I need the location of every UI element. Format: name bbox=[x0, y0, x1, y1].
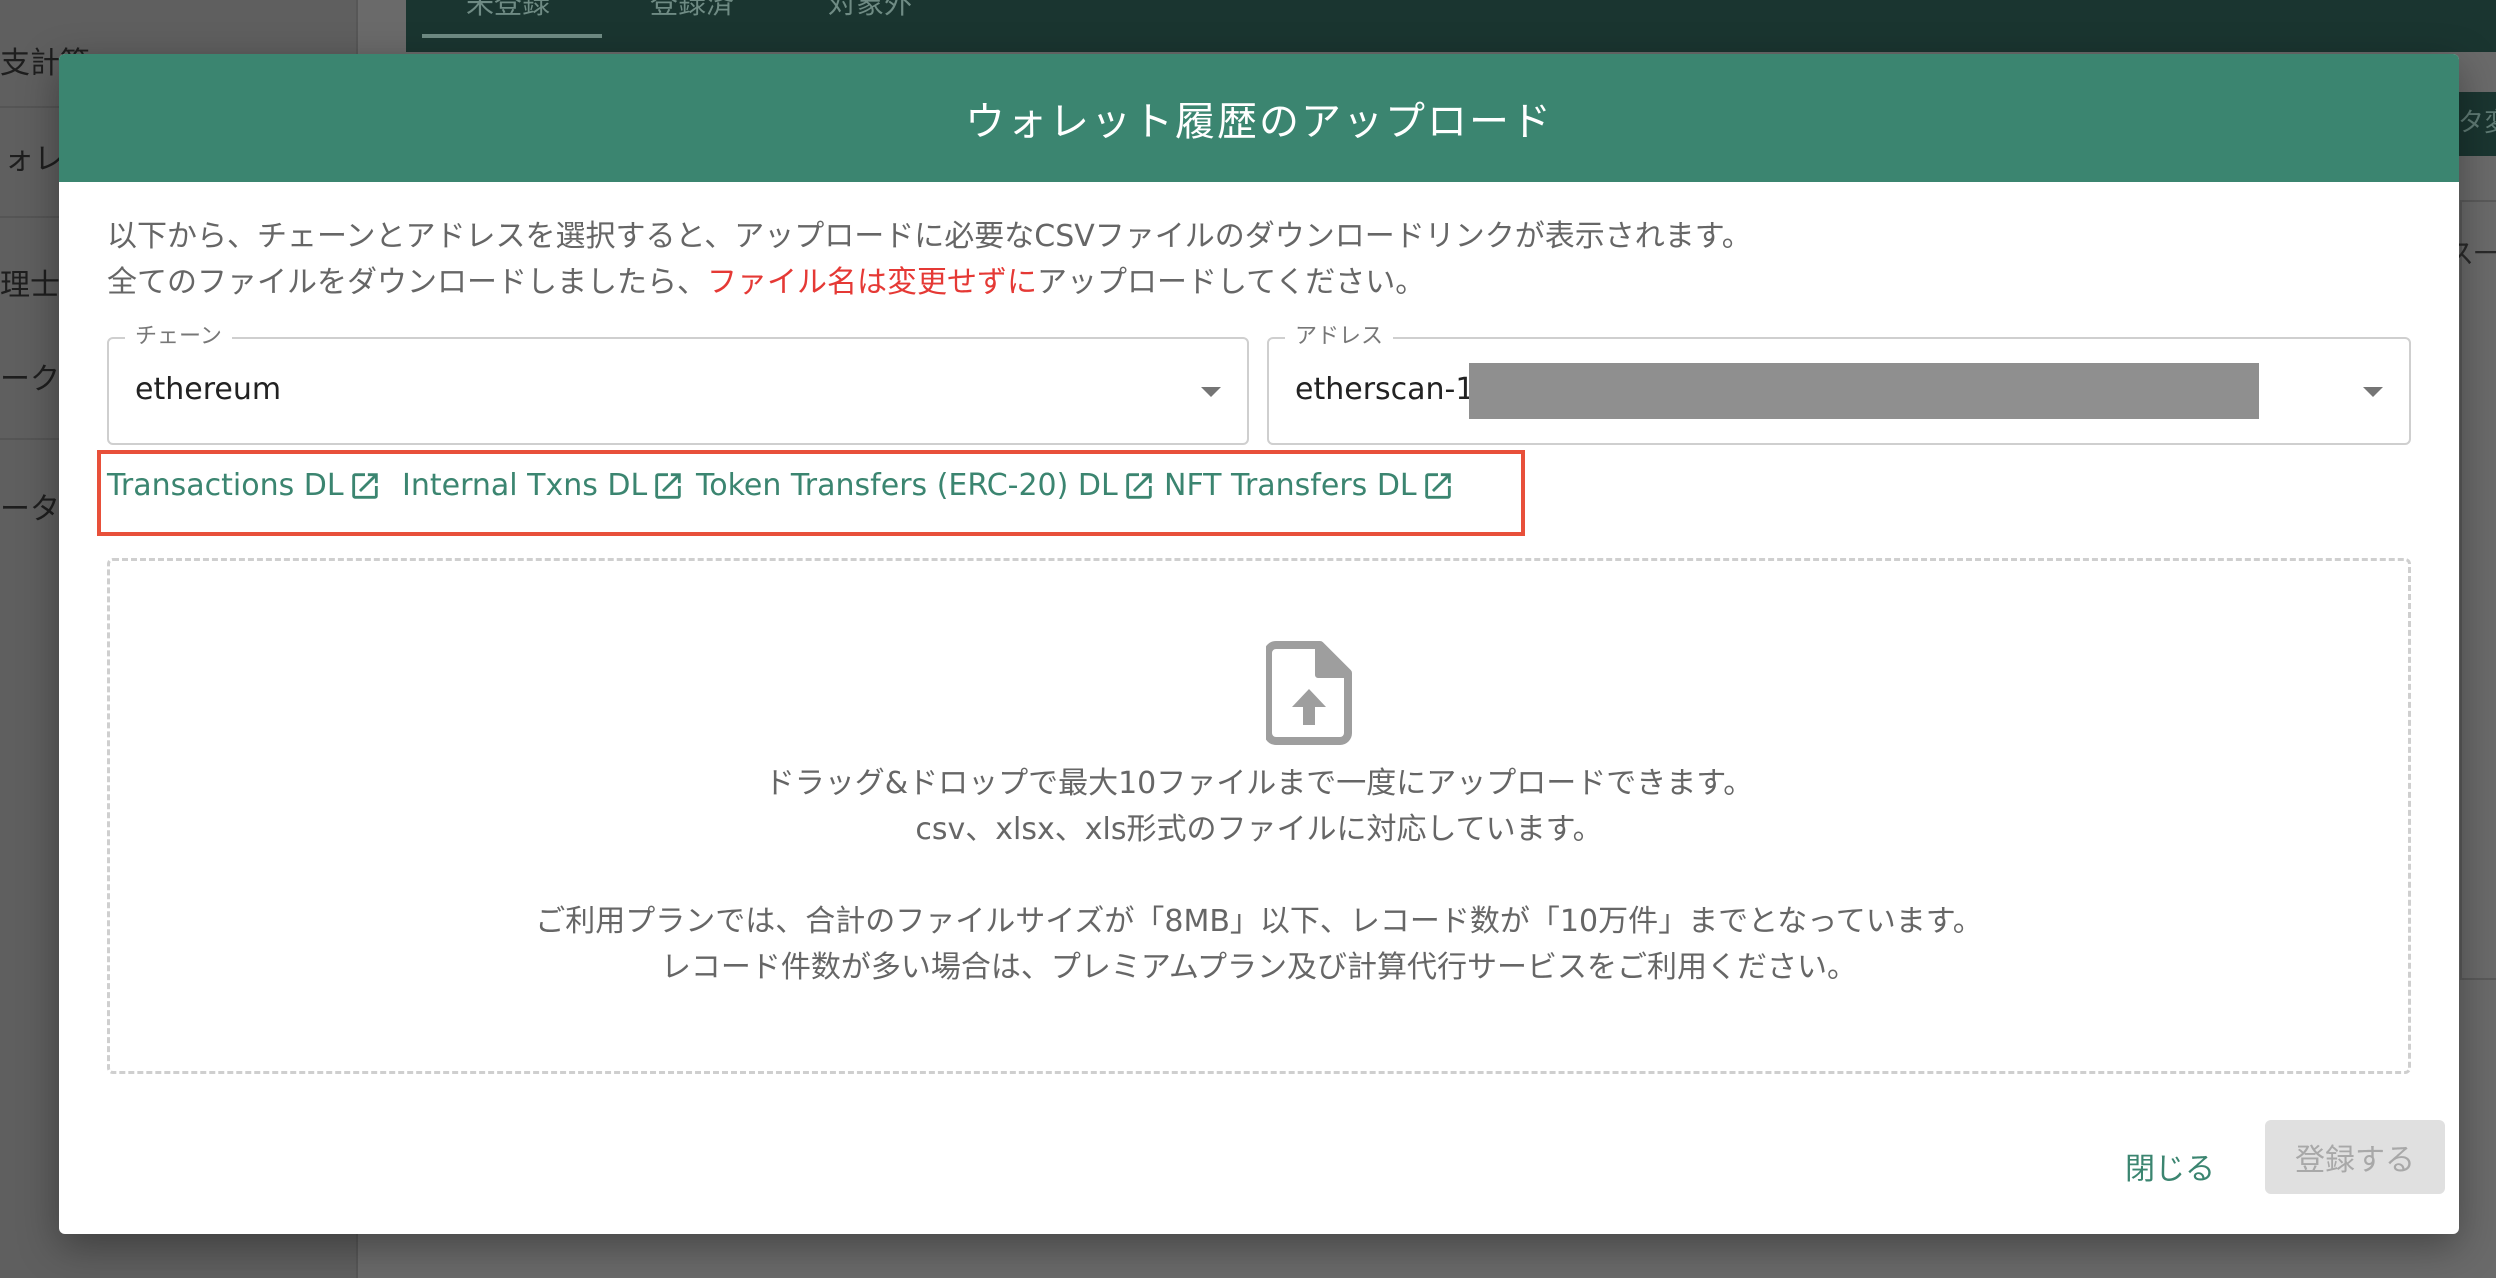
external-link-icon bbox=[351, 472, 378, 499]
address-select[interactable]: アドレス etherscan-1 bbox=[1267, 324, 2411, 445]
submit-button[interactable]: 登録する bbox=[2265, 1120, 2445, 1194]
link-label: Internal Txns DL bbox=[402, 468, 648, 503]
dropzone-text-3: ご利用プランでは、合計のファイルサイズが「8MB」以下、レコード数が「10万件」… bbox=[535, 904, 1983, 939]
link-label: NFT Transfers DL bbox=[1164, 468, 1417, 503]
internal-txns-dl-link[interactable]: Internal Txns DL bbox=[402, 468, 685, 503]
file-upload-icon bbox=[1266, 641, 1352, 745]
external-link-icon bbox=[655, 472, 681, 499]
nft-transfers-dl-link[interactable]: NFT Transfers DL bbox=[1164, 468, 1455, 503]
dialog-title: ウォレット履歴のアップロード bbox=[965, 99, 1553, 145]
chevron-down-icon[interactable] bbox=[2363, 387, 2383, 397]
address-label: アドレス bbox=[1285, 324, 1394, 350]
bg-nav-item: 理士 bbox=[0, 268, 60, 303]
bg-right-card bbox=[2460, 200, 2496, 980]
chevron-down-icon[interactable] bbox=[1201, 387, 1221, 397]
description-text: アップロードしてください。 bbox=[1037, 265, 1426, 300]
link-label: Token Transfers (ERC-20) DL bbox=[696, 468, 1118, 503]
external-link-icon bbox=[1125, 472, 1152, 499]
dialog-header: ウォレット履歴のアップロード bbox=[59, 54, 2459, 182]
description-text: 全てのファイルをダウンロードしましたら、 bbox=[107, 265, 707, 300]
filename-warning: ファイル名は変更せずに bbox=[707, 265, 1037, 300]
bg-tab-excluded: 対象外 bbox=[828, 0, 913, 20]
redacted-address bbox=[1469, 363, 2259, 419]
address-value: etherscan-1 bbox=[1295, 372, 1475, 407]
bg-tab-indicator bbox=[422, 34, 602, 38]
bg-tab-unregistered: 未登録 bbox=[466, 0, 551, 20]
chain-label: チェーン bbox=[125, 324, 232, 350]
description-line-1: 以下から、チェーンとアドレスを選択すると、アップロードに必要なCSVファイルのダ… bbox=[107, 219, 1752, 254]
chain-select[interactable]: チェーン ethereum bbox=[107, 324, 1249, 445]
bg-tab-registered: 登録済 bbox=[650, 0, 735, 20]
bg-nav-item: ーク bbox=[0, 362, 60, 397]
token-transfers-dl-link[interactable]: Token Transfers (ERC-20) DL bbox=[696, 468, 1156, 503]
wallet-upload-dialog: ウォレット履歴のアップロード 以下から、チェーンとアドレスを選択すると、アップロ… bbox=[59, 54, 2459, 1234]
link-label: Transactions DL bbox=[107, 468, 344, 503]
bg-nav-item: ータ bbox=[0, 492, 60, 527]
close-button[interactable]: 閉じる bbox=[2125, 1144, 2215, 1188]
file-dropzone[interactable]: ドラッグ&ドロップで最大10ファイルまで一度にアップロードできます。 csv、x… bbox=[107, 558, 2411, 1074]
bg-nav-item: ォレ bbox=[4, 142, 64, 177]
transactions-dl-link[interactable]: Transactions DL bbox=[107, 468, 382, 503]
chain-value: ethereum bbox=[135, 372, 282, 407]
external-link-icon bbox=[1424, 472, 1451, 499]
dropzone-text-1: ドラッグ&ドロップで最大10ファイルまで一度にアップロードできます。 bbox=[764, 766, 1754, 801]
dropzone-text-2: csv、xlsx、xls形式のファイルに対応しています。 bbox=[915, 812, 1603, 847]
description-line-2: 全てのファイルをダウンロードしましたら、ファイル名は変更せずにアップロードしてく… bbox=[107, 260, 1752, 306]
dropzone-text-4: レコード件数が多い場合は、プレミアムプラン及び計算代行サービスをご利用ください。 bbox=[660, 950, 1858, 985]
dialog-description: 以下から、チェーンとアドレスを選択すると、アップロードに必要なCSVファイルのダ… bbox=[107, 214, 1752, 306]
